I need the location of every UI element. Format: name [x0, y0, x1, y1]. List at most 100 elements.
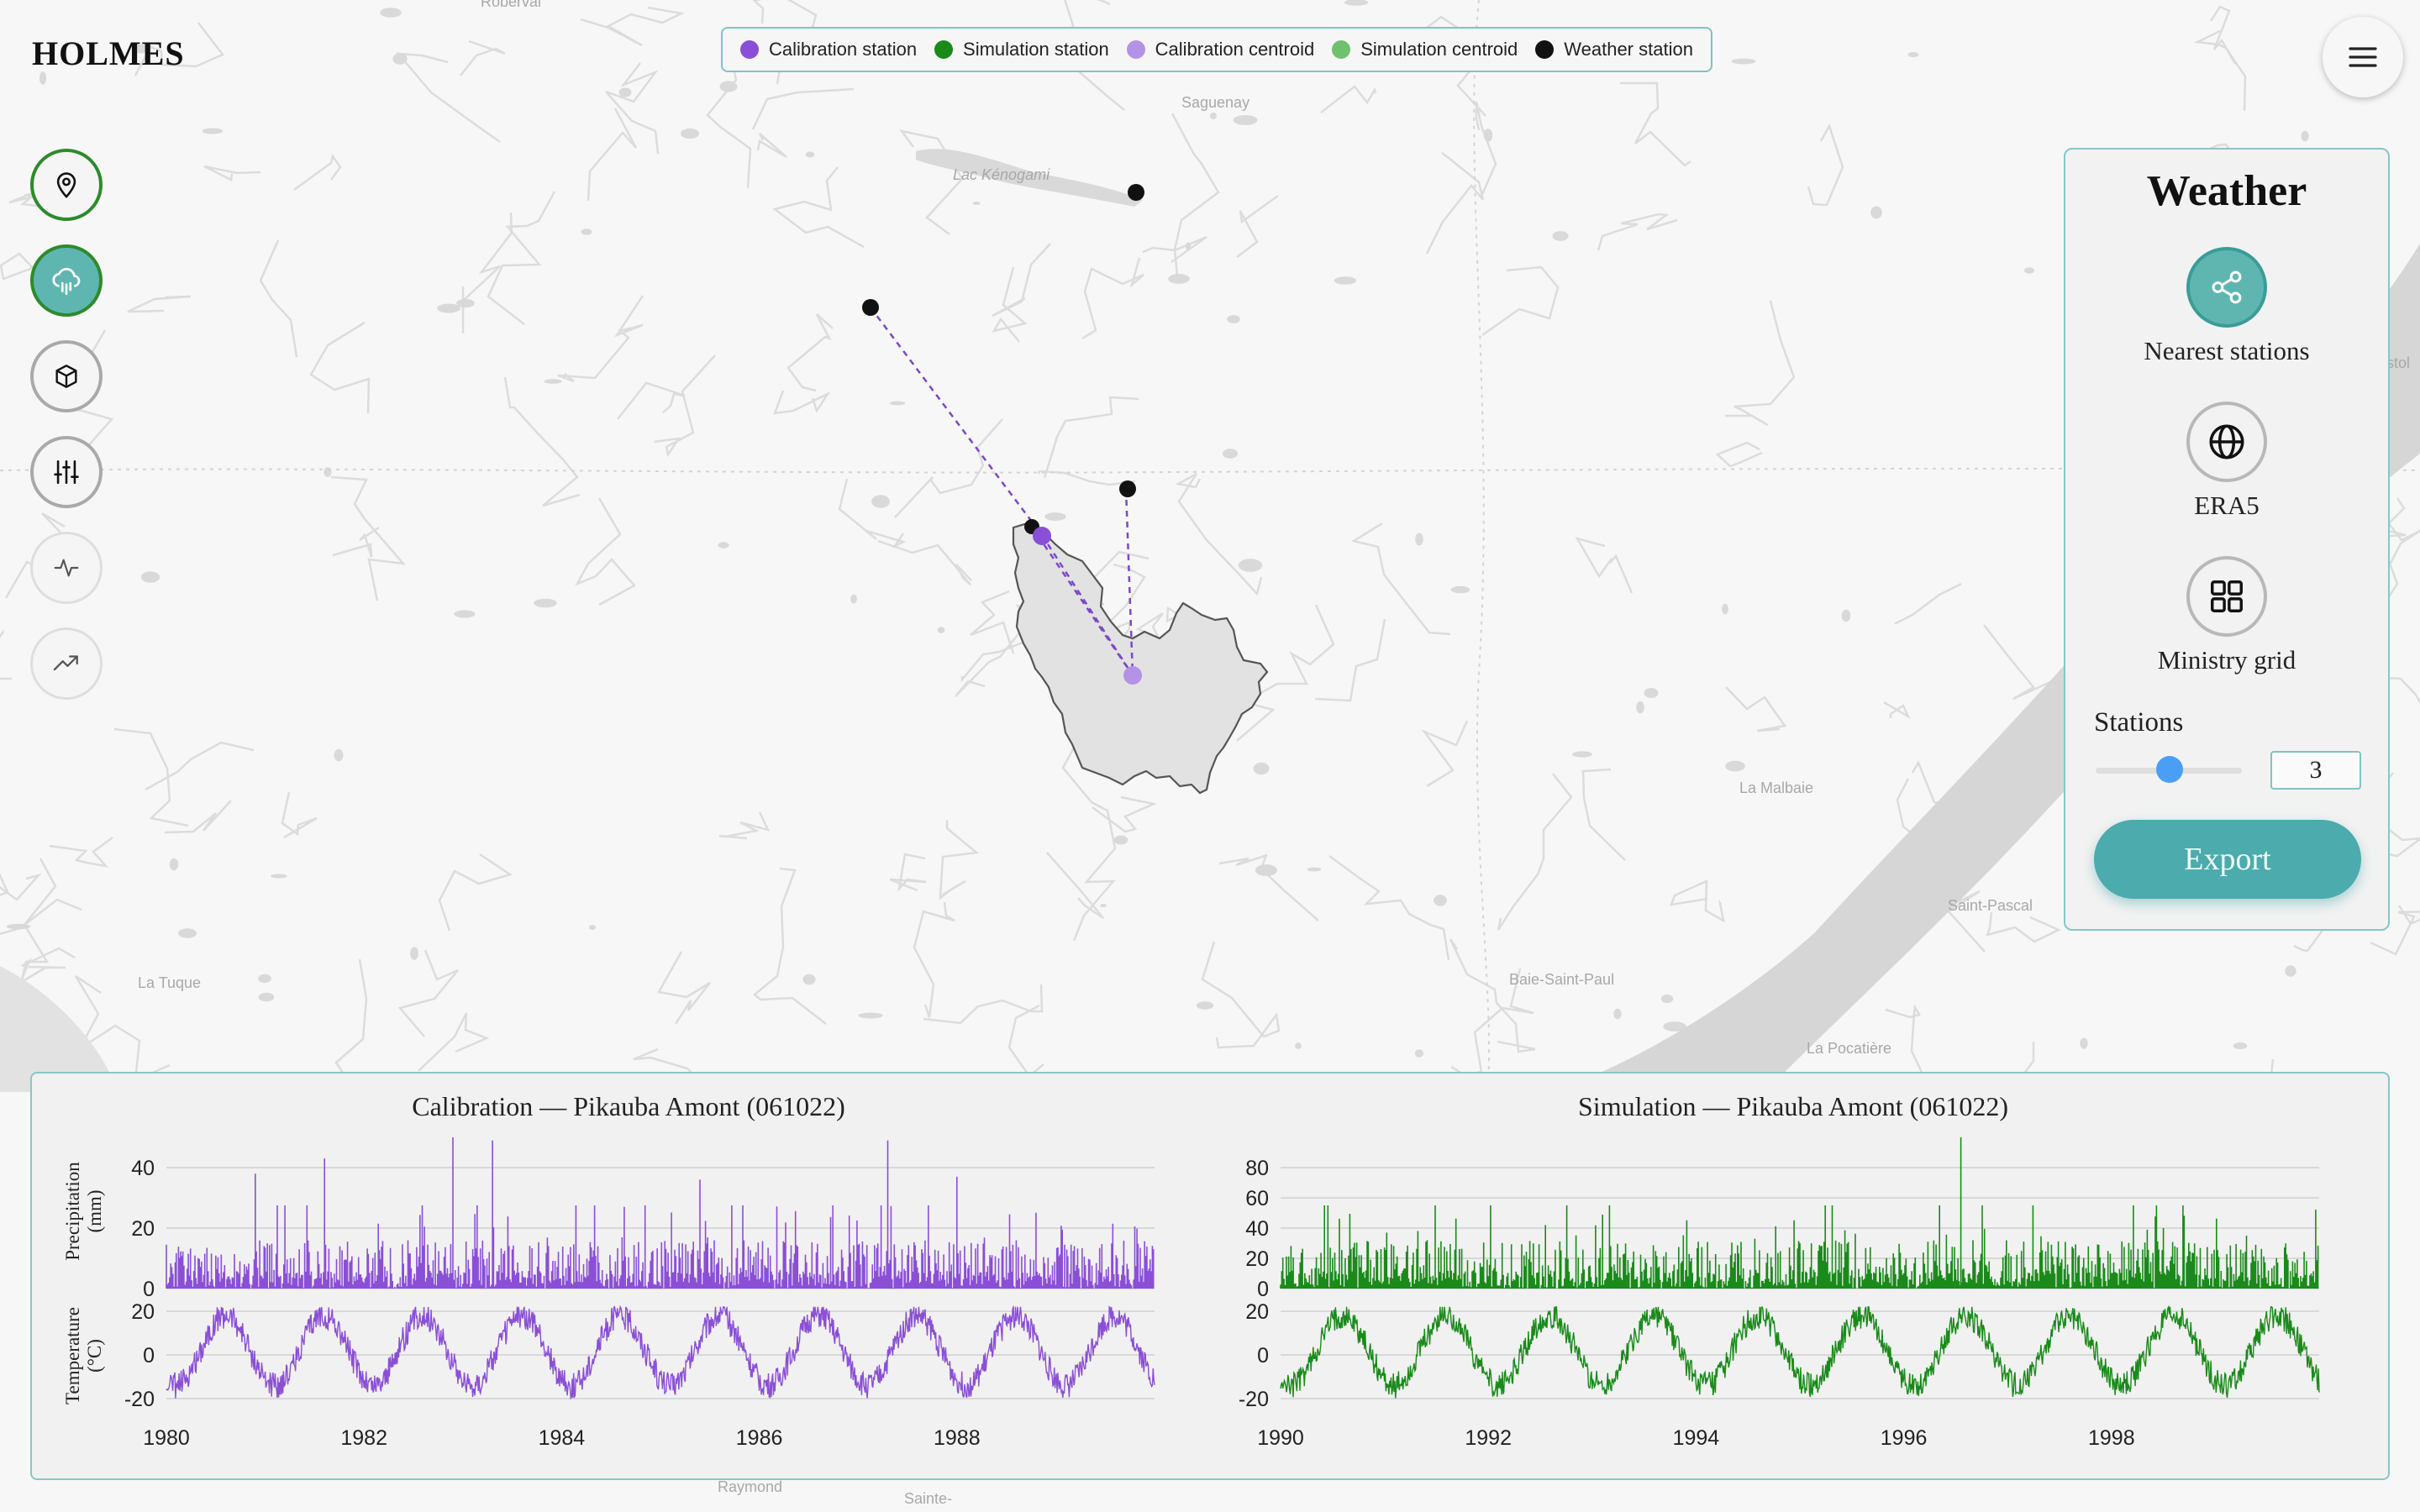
map-lake	[1233, 115, 1258, 125]
map-lake	[1450, 585, 1470, 594]
weather-station-marker[interactable]	[1119, 480, 1136, 497]
map-lake	[169, 858, 179, 871]
map-lake	[805, 151, 815, 158]
charts-svg: Calibration — Pikauba Amont (061022)0204…	[62, 1091, 2320, 1450]
map-lake	[1044, 512, 1066, 521]
x-tick-label: 1990	[1257, 1426, 1304, 1450]
map-lake	[456, 298, 475, 308]
hydrograph-tool-button[interactable]	[30, 532, 103, 604]
trend-tool-button[interactable]	[30, 627, 103, 700]
legend-dot	[739, 40, 759, 59]
map-lake	[1722, 603, 1728, 615]
weather-tool-button[interactable]	[30, 244, 103, 317]
weather-station-marker[interactable]	[1128, 184, 1144, 201]
map-lake	[972, 202, 981, 205]
calibration-station-marker[interactable]	[1033, 527, 1051, 545]
y-tick-label: 20	[131, 1217, 155, 1241]
map-label-la-tuque: La Tuque	[138, 974, 201, 991]
legend-item: Simulation station	[934, 39, 1109, 60]
y-tick-label: 20	[1245, 1300, 1269, 1324]
map-lake	[544, 379, 562, 384]
era5-option[interactable]: ERA5	[2065, 402, 2388, 521]
menu-button[interactable]	[2323, 17, 2403, 97]
map-lake	[1841, 609, 1851, 622]
map-lake	[2080, 1037, 2088, 1049]
map-lake	[889, 401, 906, 406]
map-lake	[380, 8, 402, 18]
parameters-tool-button[interactable]	[30, 436, 103, 508]
calibration-centroid-marker[interactable]	[1123, 666, 1142, 685]
ministry-grid-button[interactable]	[2186, 556, 2267, 637]
pulse-icon	[54, 559, 79, 577]
map-lake	[271, 874, 287, 879]
y-tick-label: 40	[1245, 1217, 1269, 1241]
nearest-stations-option[interactable]: Nearest stations	[2065, 247, 2388, 366]
map-lake	[2233, 1042, 2248, 1050]
map-lake	[581, 228, 592, 235]
chart-panel: Calibration — Pikauba Amont (061022) 0 20 4…	[30, 1072, 2390, 1480]
globe-icon	[2209, 424, 2244, 459]
map-lake	[454, 610, 476, 618]
map-lake	[937, 627, 945, 633]
map-label-la-malbaie: La Malbaie	[1739, 780, 1813, 796]
legend-item: Simulation centroid	[1332, 39, 1518, 60]
stations-label: Stations	[2094, 707, 2184, 738]
map-legend: Calibration station Simulation station Cal…	[721, 27, 1712, 72]
legend-item: Calibration station	[739, 39, 918, 60]
map-lake	[534, 598, 557, 608]
map-label-saint-pascal: Saint-Pascal	[1948, 897, 2033, 914]
stations-slider-thumb[interactable]	[2156, 756, 2183, 783]
x-tick-label: 1996	[1881, 1426, 1928, 1450]
map-lake	[410, 947, 418, 960]
map-lake	[2023, 267, 2035, 274]
chart-title: Calibration — Pikauba Amont (061022)	[412, 1091, 845, 1121]
map-lake	[719, 81, 738, 92]
location-pin-icon	[56, 172, 76, 199]
map-lake	[858, 1012, 883, 1019]
cube-icon	[55, 365, 77, 388]
legend-label: Calibration station	[768, 39, 918, 60]
map-lake	[258, 974, 271, 984]
location-tool-button[interactable]	[30, 149, 103, 221]
legend-dot	[934, 40, 954, 59]
weather-station-marker[interactable]	[862, 299, 879, 316]
ministry-grid-option[interactable]: Ministry grid	[2065, 556, 2388, 675]
map-lake	[1572, 751, 1592, 758]
map-lake	[140, 571, 160, 583]
map-lake	[1415, 533, 1423, 546]
temperature-line	[1280, 1305, 2320, 1399]
stations-count-input[interactable]	[2270, 751, 2361, 790]
y-axis-label: Temperature(°C)	[62, 1307, 105, 1404]
map-lake	[1168, 274, 1190, 284]
map-lake	[39, 71, 47, 85]
legend-label: Calibration centroid	[1155, 39, 1315, 60]
export-button[interactable]: Export	[2094, 820, 2361, 899]
map-lake	[718, 542, 729, 549]
era5-label: ERA5	[2194, 491, 2260, 520]
y-tick-label: 0	[1257, 1344, 1269, 1368]
nearest-stations-button[interactable]	[2186, 247, 2267, 328]
y-tick-label: 60	[1245, 1187, 1269, 1210]
legend-label: Simulation centroid	[1360, 39, 1518, 60]
sliders-icon	[54, 459, 79, 485]
era5-button[interactable]	[2186, 402, 2267, 482]
nearest-stations-label: Nearest stations	[2144, 336, 2310, 365]
map-lake	[1636, 701, 1644, 714]
legend-label: Simulation station	[963, 39, 1109, 60]
x-tick-label: 1998	[2088, 1426, 2135, 1450]
y-axis-label: Precipitation(mm)	[62, 1162, 105, 1261]
y-tick-label: -20	[1239, 1388, 1269, 1411]
y-tick-label: 0	[143, 1278, 155, 1301]
model-tool-button[interactable]	[30, 340, 103, 412]
y-tick-label: -20	[124, 1388, 155, 1411]
map-label-saguenay: Saguenay	[1181, 94, 1249, 111]
map-lake	[1255, 864, 1278, 876]
app-logo: HOLMES	[32, 34, 185, 72]
map-lake	[1227, 315, 1240, 323]
x-tick-label: 1992	[1465, 1426, 1512, 1450]
y-tick-label: 20	[131, 1300, 155, 1324]
map-lake	[437, 303, 460, 313]
map-label-raymond: Raymond	[718, 1478, 782, 1495]
map-lake	[1660, 995, 1674, 1003]
map-label-la-pocatiere: La Pocatière	[1807, 1040, 1891, 1057]
